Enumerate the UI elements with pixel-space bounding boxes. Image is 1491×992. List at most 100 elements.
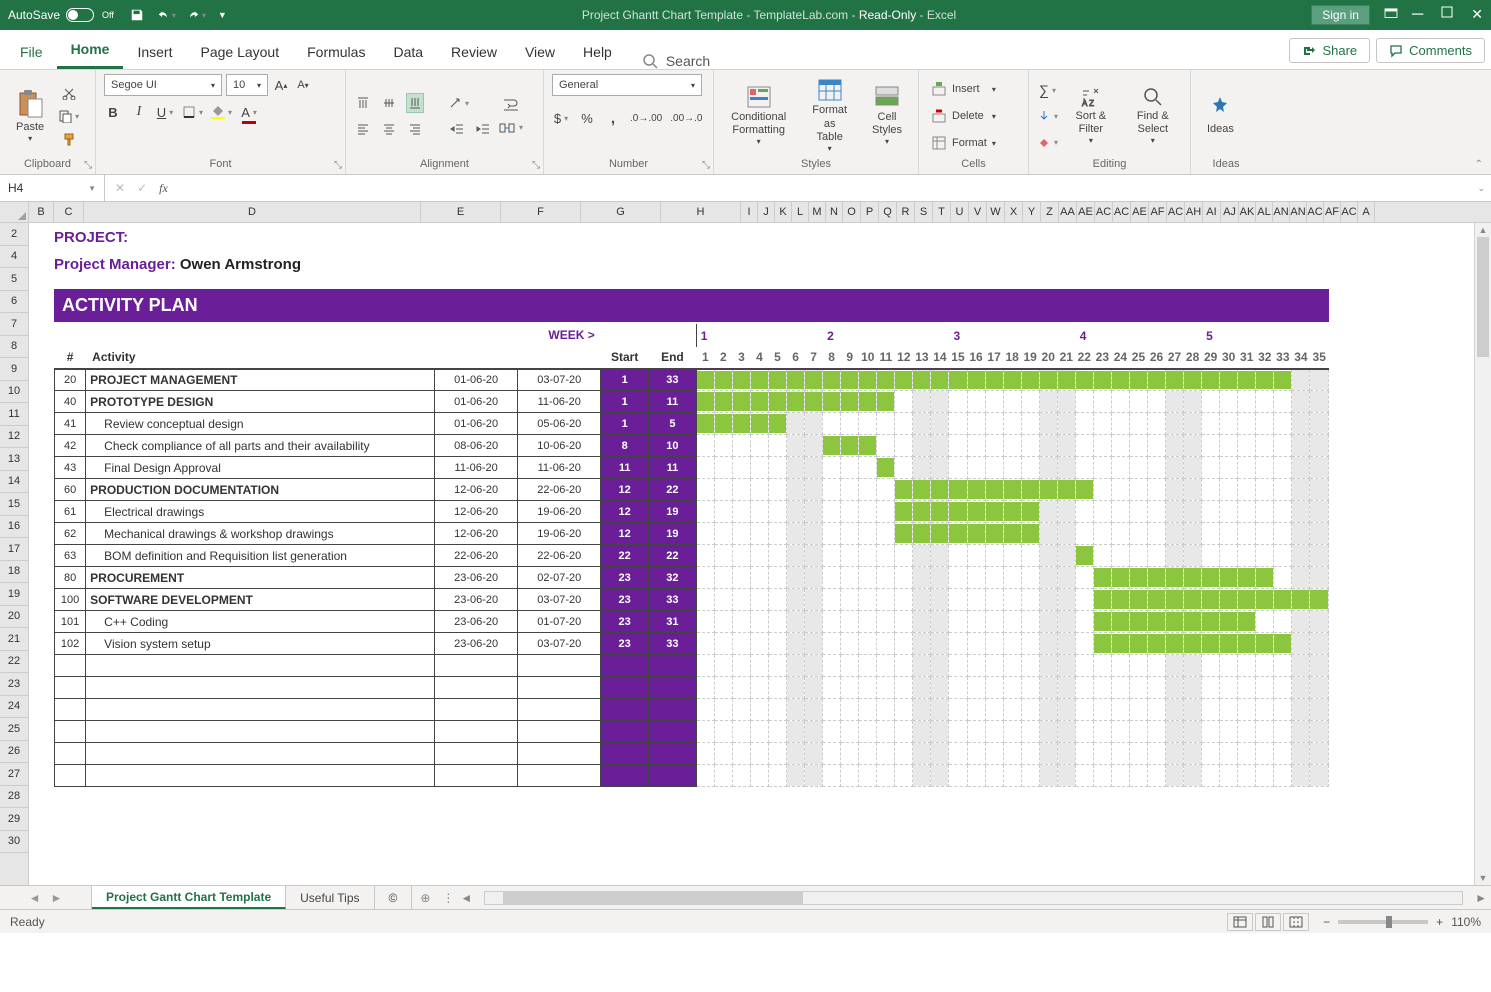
format-painter-icon[interactable] (58, 129, 79, 149)
paste-button[interactable]: Paste▾ (8, 87, 52, 146)
col-header[interactable]: AE (1131, 202, 1149, 222)
merge-center-icon[interactable] (498, 118, 523, 138)
col-header[interactable]: S (915, 202, 933, 222)
col-header[interactable]: AC (1095, 202, 1113, 222)
col-header[interactable]: N (826, 202, 843, 222)
orientation-icon[interactable] (448, 93, 469, 113)
gantt-row-empty[interactable] (55, 721, 1329, 743)
col-header[interactable]: G (581, 202, 661, 222)
row-header[interactable]: 21 (0, 628, 28, 651)
row-header[interactable]: 14 (0, 471, 28, 494)
decrease-font-icon[interactable]: A▾ (294, 75, 312, 95)
number-format-dropdown[interactable]: General▾ (552, 74, 702, 96)
align-right-icon[interactable] (406, 119, 424, 139)
font-color-button[interactable]: A (240, 102, 258, 122)
row-header[interactable]: 4 (0, 246, 28, 269)
clear-icon[interactable] (1037, 132, 1058, 152)
col-header[interactable]: AI (1203, 202, 1221, 222)
zoom-in-icon[interactable]: + (1436, 915, 1443, 929)
close-icon[interactable]: ✕ (1471, 6, 1483, 24)
border-button[interactable] (182, 102, 203, 122)
autosave-toggle[interactable]: AutoSave Off (8, 8, 114, 22)
col-header[interactable]: O (843, 202, 861, 222)
row-header[interactable]: 10 (0, 381, 28, 404)
col-header[interactable]: AE (1077, 202, 1095, 222)
increase-font-icon[interactable]: A▴ (272, 75, 290, 95)
row-header[interactable]: 18 (0, 561, 28, 584)
decrease-indent-icon[interactable] (448, 119, 466, 139)
row-header[interactable]: 30 (0, 831, 28, 854)
col-header[interactable]: AH (1185, 202, 1203, 222)
col-header[interactable]: L (792, 202, 809, 222)
row-header[interactable]: 11 (0, 403, 28, 426)
toggle-icon[interactable] (66, 8, 94, 22)
row-header[interactable]: 9 (0, 358, 28, 381)
tab-view[interactable]: View (511, 35, 569, 69)
gantt-row[interactable]: 40PROTOTYPE DESIGN01-06-2011-06-20111 (55, 391, 1329, 413)
col-header[interactable]: X (1005, 202, 1023, 222)
percent-format-icon[interactable]: % (578, 108, 596, 128)
col-header[interactable]: Z (1041, 202, 1059, 222)
comments-button[interactable]: Comments (1376, 38, 1485, 63)
insert-cells-button[interactable]: Insert▾ (927, 77, 1000, 101)
save-icon[interactable] (128, 6, 146, 24)
col-header[interactable]: C (54, 202, 84, 222)
col-header[interactable]: R (897, 202, 915, 222)
col-header[interactable]: U (951, 202, 969, 222)
col-header[interactable]: B (29, 202, 54, 222)
col-header[interactable]: K (775, 202, 792, 222)
horizontal-scrollbar[interactable]: ⋮◄ ► (438, 886, 1491, 909)
collapse-ribbon-icon[interactable]: ⌃ (1475, 159, 1483, 170)
minimize-icon[interactable]: ─ (1412, 6, 1423, 24)
zoom-out-icon[interactable]: − (1323, 915, 1330, 929)
ribbon-display-icon[interactable] (1384, 8, 1398, 23)
tab-insert[interactable]: Insert (123, 35, 186, 69)
tab-help[interactable]: Help (569, 35, 626, 69)
col-header[interactable]: AJ (1221, 202, 1239, 222)
col-header[interactable]: V (969, 202, 987, 222)
col-header[interactable]: P (861, 202, 879, 222)
align-bottom-icon[interactable] (406, 93, 424, 113)
redo-icon[interactable] (188, 6, 206, 24)
alignment-launcher-icon[interactable]: ⤡ (532, 160, 540, 171)
col-header[interactable]: J (758, 202, 775, 222)
clipboard-launcher-icon[interactable]: ⤡ (84, 160, 92, 171)
align-middle-icon[interactable] (380, 93, 398, 113)
accounting-format-icon[interactable]: $ (552, 108, 570, 128)
col-header[interactable]: AN (1273, 202, 1290, 222)
column-headers[interactable]: BCDEFGHIJKLMNOPQRSTUVWXYZAAAEACACAEAFACA… (0, 202, 1491, 223)
gantt-row-empty[interactable] (55, 655, 1329, 677)
undo-icon[interactable] (158, 6, 176, 24)
sheet-tab-tips[interactable]: Useful Tips (286, 886, 374, 909)
tab-formulas[interactable]: Formulas (293, 35, 379, 69)
row-header[interactable]: 26 (0, 741, 28, 764)
name-box[interactable]: H4▼ (0, 175, 105, 201)
row-header[interactable]: 15 (0, 493, 28, 516)
col-header[interactable]: Q (879, 202, 897, 222)
row-header[interactable]: 19 (0, 583, 28, 606)
row-header[interactable]: 13 (0, 448, 28, 471)
row-header[interactable]: 28 (0, 786, 28, 809)
align-top-icon[interactable] (354, 93, 372, 113)
wrap-text-icon[interactable] (498, 95, 523, 115)
gantt-row[interactable]: 43Final Design Approval11-06-2011-06-201… (55, 457, 1329, 479)
align-left-icon[interactable] (354, 119, 372, 139)
row-header[interactable]: 20 (0, 606, 28, 629)
col-header[interactable]: AC (1307, 202, 1324, 222)
col-header[interactable]: AL (1256, 202, 1273, 222)
increase-indent-icon[interactable] (474, 119, 492, 139)
italic-button[interactable]: I (130, 102, 148, 122)
col-header[interactable]: T (933, 202, 951, 222)
col-header[interactable]: H (661, 202, 741, 222)
col-header[interactable]: M (809, 202, 826, 222)
gantt-row[interactable]: 42Check compliance of all parts and thei… (55, 435, 1329, 457)
sheet-tab-gantt[interactable]: Project Gantt Chart Template (92, 886, 286, 909)
col-header[interactable]: F (501, 202, 581, 222)
zoom-level[interactable]: 110% (1451, 915, 1481, 929)
row-header[interactable]: 2 (0, 223, 28, 246)
autosum-icon[interactable]: ∑ (1037, 80, 1058, 100)
delete-cells-button[interactable]: Delete▾ (927, 104, 1000, 128)
comma-format-icon[interactable]: , (604, 108, 622, 128)
gantt-row[interactable]: 61Electrical drawings12-06-2019-06-20121… (55, 501, 1329, 523)
col-header[interactable]: AN (1290, 202, 1307, 222)
